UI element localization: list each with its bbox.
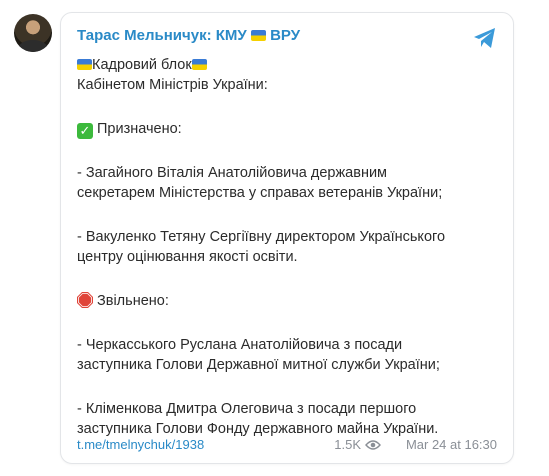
ukraine-flag-icon [77,59,92,70]
appointment-line: секретарем Міністерства у справах ветера… [77,185,443,201]
post-text: Кадровий блок Кабінетом Міністрів Україн… [77,55,502,439]
appointment-line: центру оцінювання якості освіти. [77,249,298,265]
channel-name-text[interactable]: Тарас Мельничук: КМУ [77,27,247,44]
ukraine-flag-icon [250,30,266,41]
appointment-line: - Загайного Віталія Анатолійовича держав… [77,165,388,181]
channel-avatar[interactable] [14,14,52,52]
channel-name[interactable]: Тарас Мельничук: КМУ ВРУ [77,27,300,44]
dismissal-line: - Черкасського Руслана Анатолійовича з п… [77,337,403,353]
post-card: Тарас Мельничук: КМУ ВРУ Кадровий блок К… [60,12,514,464]
dismissed-header: Звільнено: [77,291,502,311]
appointment-line: - Вакуленко Тетяну Сергіївну директором … [77,229,446,245]
check-mark-icon: ✓ [77,123,93,139]
heading-text: Кадровий блок [92,57,192,73]
heading-subtext: Кабінетом Міністрів України: [77,77,268,93]
eye-icon [365,440,381,450]
stop-sign-icon [77,292,93,308]
appointed-label: Призначено: [97,121,182,137]
channel-name-suffix[interactable]: ВРУ [270,27,300,44]
post-date[interactable]: Mar 24 at 16:30 [406,437,497,452]
dismissal-line: заступника Голови Фонду державного майна… [77,421,439,437]
telegram-icon[interactable] [473,27,497,49]
dismissed-label: Звільнено: [97,293,169,309]
view-count: 1.5K [334,437,361,452]
dismissal-line: заступника Голови Державної митної служб… [77,357,440,373]
heading-line: Кадровий блок [77,55,502,75]
dismissal-line: - Кліменкова Дмитра Олеговича з посади п… [77,401,417,417]
post-link[interactable]: t.me/tmelnychuk/1938 [77,437,204,452]
appointed-header: ✓ Призначено: [77,119,502,139]
ukraine-flag-icon [191,59,207,70]
post-footer: t.me/tmelnychuk/1938 1.5K Mar 24 at 16:3… [77,437,497,455]
